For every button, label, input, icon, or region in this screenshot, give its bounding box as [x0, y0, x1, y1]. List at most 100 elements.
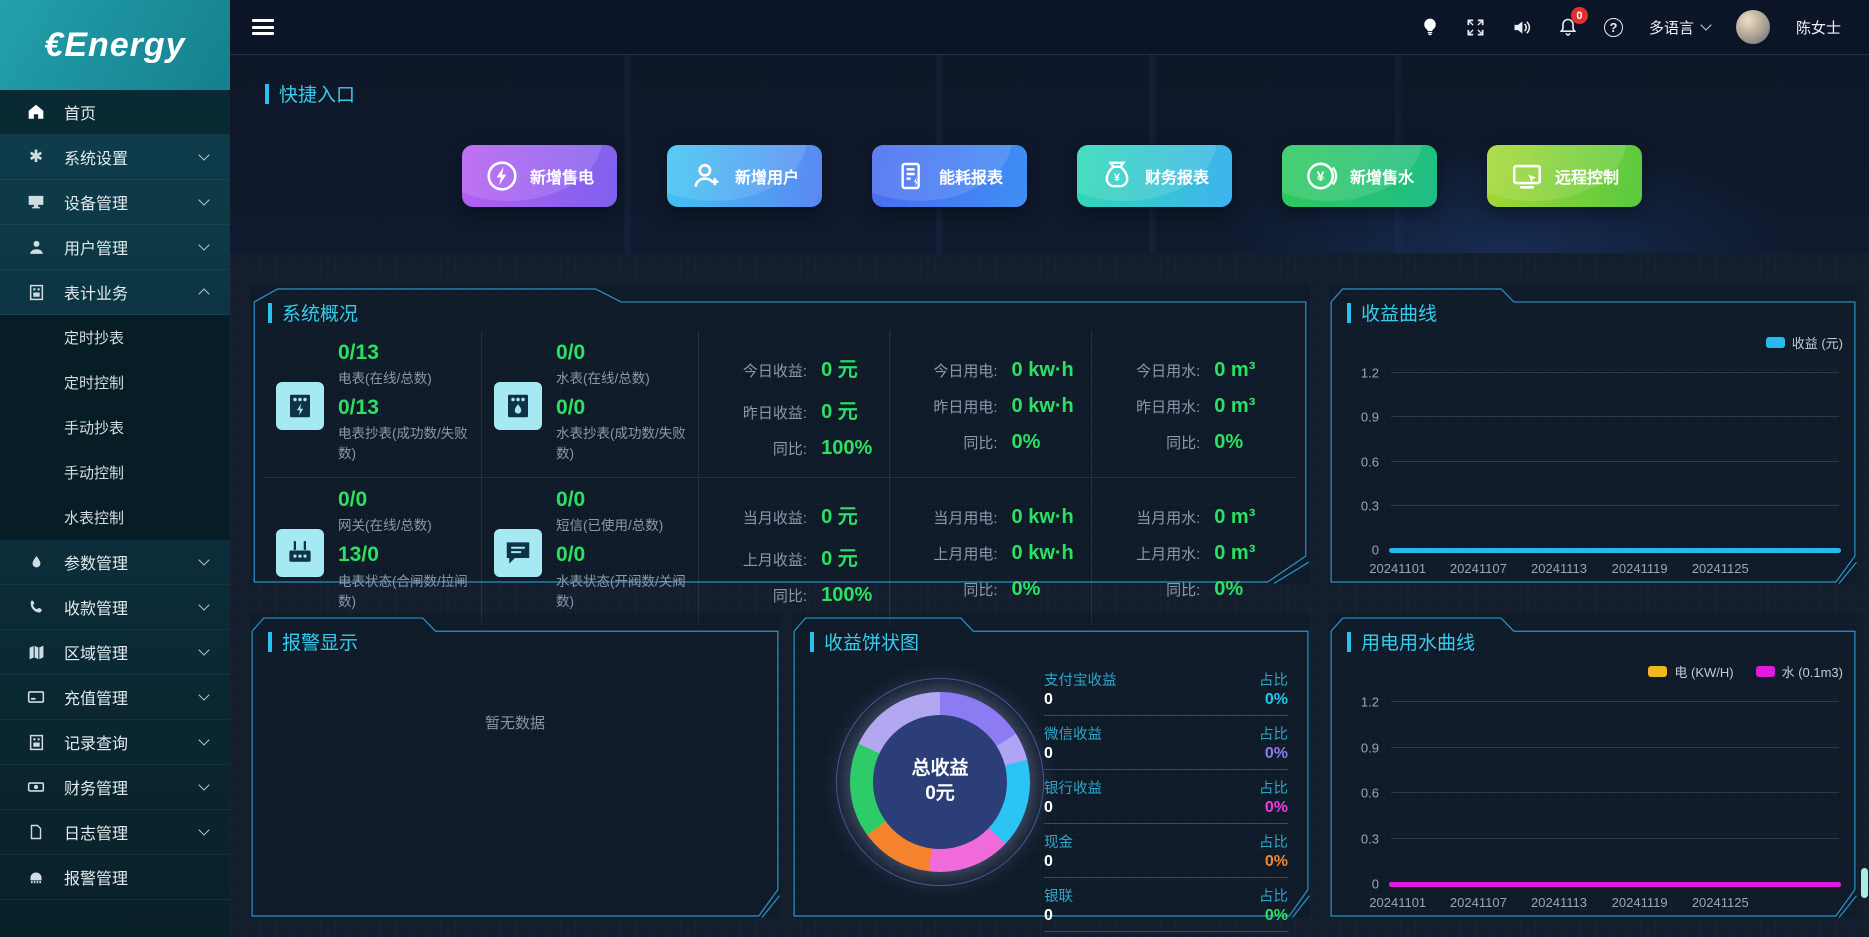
- language-selector[interactable]: 多语言: [1649, 17, 1710, 38]
- stat-label: 今日用水:: [1104, 360, 1200, 381]
- pie-item-value: 0: [1044, 907, 1053, 925]
- menu-toggle-icon[interactable]: [252, 19, 274, 35]
- pie-list-row: 微信收益占比00%: [1044, 716, 1288, 770]
- stat-row: 同比:0%: [1104, 578, 1288, 601]
- pie-item-name: 支付宝收益: [1044, 669, 1117, 690]
- finance-report-button[interactable]: ¥ 财务报表: [1077, 145, 1232, 207]
- stat-label: 上月用电:: [902, 543, 998, 564]
- remote-control-button[interactable]: 远程控制: [1487, 145, 1642, 207]
- sidebar-item-log-management[interactable]: 日志管理: [0, 810, 230, 855]
- stat-label: 同比:: [1104, 432, 1200, 453]
- add-electricity-sale-button[interactable]: 新增售电: [462, 145, 617, 207]
- theme-bulb-icon[interactable]: [1420, 16, 1440, 38]
- remote-screen-icon: [1510, 159, 1544, 193]
- stat-value: 0/0: [556, 341, 690, 365]
- energy-report-button[interactable]: 能耗报表: [872, 145, 1027, 207]
- gridline: [1391, 838, 1839, 839]
- legend-item[interactable]: 收益 (元): [1766, 333, 1843, 352]
- chevron-down-icon: [198, 824, 209, 835]
- legend-item[interactable]: 电 (KW/H): [1648, 662, 1733, 681]
- sidebar-subitem-manual-control[interactable]: 手动控制: [0, 450, 230, 495]
- sidebar-item-user-management[interactable]: 用户管理: [0, 225, 230, 270]
- revenue-stats-top: 今日收益:0 元昨日收益:0 元同比:100%: [698, 331, 888, 477]
- x-axis-tick: 20241101: [1369, 561, 1426, 576]
- sidebar-item-record-query[interactable]: 记录查询: [0, 720, 230, 765]
- pie-item-name: 微信收益: [1044, 723, 1102, 744]
- sidebar-item-parameter-management[interactable]: 参数管理: [0, 540, 230, 585]
- stat-label: 今日收益:: [711, 360, 807, 381]
- stat-label: 同比:: [902, 579, 998, 600]
- stat-row: 昨日收益:0 元: [711, 395, 880, 424]
- stat-label: 水表状态(开阀数/关阀数): [556, 570, 690, 610]
- avatar[interactable]: [1736, 10, 1770, 44]
- sidebar-item-label: 系统设置: [64, 145, 128, 169]
- stat-row: 上月收益:0 元: [711, 542, 880, 571]
- credit-card-icon: [26, 687, 46, 707]
- brand-logo: €Energy: [0, 0, 230, 90]
- sidebar-subitem-scheduled-reading[interactable]: 定时抄表: [0, 315, 230, 360]
- panel-title: 系统概况: [268, 299, 358, 326]
- sidebar-item-home[interactable]: 首页: [0, 90, 230, 135]
- pie-list-row: 银联占比00%: [1044, 878, 1288, 932]
- stat-label: 当月用水:: [1104, 507, 1200, 528]
- sidebar-item-recharge-management[interactable]: 充值管理: [0, 675, 230, 720]
- electricity-stats-bottom: 当月用电:0 kw·h上月用电:0 kw·h同比:0%: [889, 477, 1092, 624]
- sidebar-item-alarm-management[interactable]: 报警管理: [0, 855, 230, 900]
- sidebar-item-label: 收款管理: [64, 595, 128, 619]
- sidebar-subitem-scheduled-control[interactable]: 定时控制: [0, 360, 230, 405]
- pie-ratio-label: 占比: [1259, 777, 1288, 798]
- dashboard-page: €Energy 首页 ✱ 系统设置 设备管理 用户管理 表计业务 定时抄表 定时: [0, 0, 1869, 937]
- stat-value: 0 kw·h: [1012, 506, 1074, 529]
- quick-entry-buttons: 新增售电 新增用户 能耗报表 ¥ 财务报表 ¥ 新增售水: [462, 145, 1642, 207]
- y-axis-tick: 0: [1372, 543, 1379, 558]
- legend-item[interactable]: 水 (0.1m3): [1756, 662, 1843, 681]
- chevron-down-icon: [198, 149, 209, 160]
- sidebar-item-device-management[interactable]: 设备管理: [0, 180, 230, 225]
- stat-value: 0%: [1012, 431, 1041, 454]
- panel-title: 收益曲线: [1347, 299, 1437, 326]
- panel-title: 收益饼状图: [810, 628, 919, 655]
- legend-swatch: [1756, 666, 1775, 677]
- fullscreen-icon[interactable]: [1466, 18, 1485, 37]
- sidebar-subitem-water-meter-control[interactable]: 水表控制: [0, 495, 230, 540]
- gateway-stats: 0/0 网关(在线/总数) 13/0 电表状态(合闸数/拉闸数): [264, 477, 481, 624]
- sidebar-item-label: 表计业务: [64, 280, 128, 304]
- add-water-sale-button[interactable]: ¥ 新增售水: [1282, 145, 1437, 207]
- add-user-button[interactable]: 新增用户: [667, 145, 822, 207]
- speaker-icon[interactable]: [1511, 17, 1532, 38]
- money-bag-icon: ¥: [1100, 159, 1134, 193]
- sidebar-item-label: 设备管理: [64, 190, 128, 214]
- help-icon[interactable]: ?: [1604, 18, 1623, 37]
- alarm-display-panel: 报警显示 暂无数据: [250, 614, 780, 918]
- money-icon: [26, 777, 46, 797]
- sidebar-item-meter-business[interactable]: 表计业务: [0, 270, 230, 315]
- stat-label: 同比:: [902, 432, 998, 453]
- sidebar-subitem-manual-reading[interactable]: 手动抄表: [0, 405, 230, 450]
- pie-ratio-label: 占比: [1259, 723, 1288, 744]
- meter-record-icon: [26, 732, 46, 752]
- sidebar-item-payment-management[interactable]: 收款管理: [0, 585, 230, 630]
- scrollbar-thumb[interactable]: [1861, 868, 1868, 898]
- sidebar-item-area-management[interactable]: 区域管理: [0, 630, 230, 675]
- notification-bell-icon[interactable]: 0: [1558, 16, 1578, 38]
- stat-value: 0 元: [821, 542, 858, 571]
- sidebar-item-system-settings[interactable]: ✱ 系统设置: [0, 135, 230, 180]
- sidebar-item-finance-management[interactable]: 财务管理: [0, 765, 230, 810]
- sidebar-item-label: 财务管理: [64, 775, 128, 799]
- series-line: [1389, 548, 1841, 553]
- stat-label: 当月收益:: [711, 507, 807, 528]
- stat-value: 0/0: [556, 488, 690, 512]
- revenue-curve-panel: 收益曲线 收益 (元)00.30.60.91.22024110120241107…: [1329, 285, 1857, 584]
- stat-value: 0%: [1214, 578, 1243, 601]
- pie-item-name: 银行收益: [1044, 777, 1102, 798]
- pie-item-pct: 0%: [1265, 799, 1288, 817]
- x-axis-tick: 20241113: [1531, 561, 1587, 576]
- stat-label: 电表抄表(成功数/失败数): [338, 422, 473, 462]
- user-icon: [26, 237, 46, 257]
- stat-row: 昨日用电:0 kw·h: [902, 395, 1084, 418]
- x-axis-tick: 20241101: [1369, 895, 1426, 910]
- stat-value: 0 m³: [1214, 506, 1255, 529]
- usage-line-chart: 电 (KW/H)水 (0.1m3)00.30.60.91.22024110120…: [1329, 654, 1857, 918]
- stat-row: 昨日用水:0 m³: [1104, 395, 1288, 418]
- stat-label: 电表状态(合闸数/拉闸数): [338, 570, 473, 610]
